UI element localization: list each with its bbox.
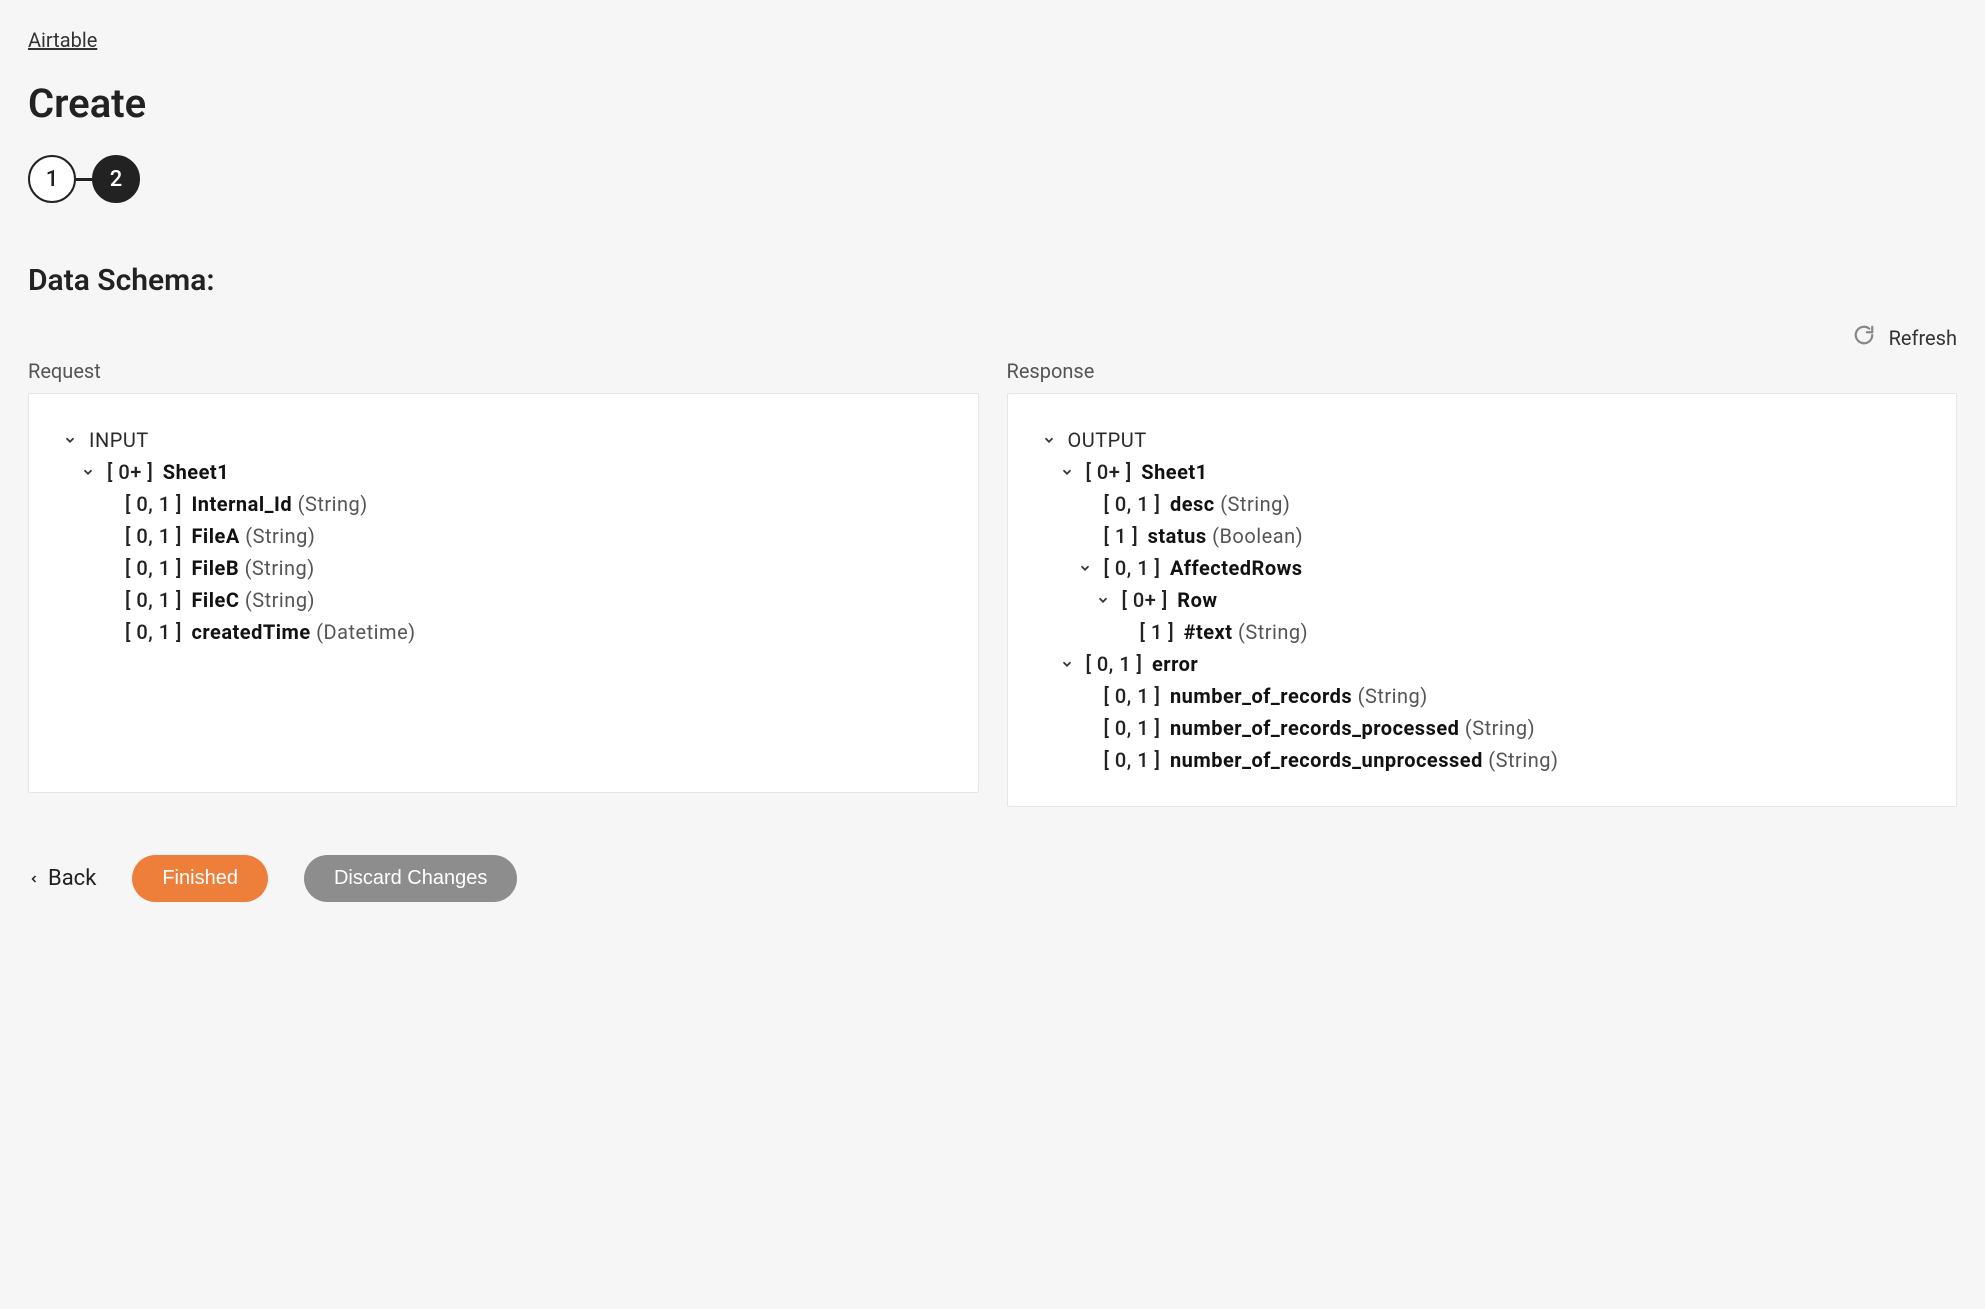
tree-node: [ 0, 1 ] number_of_records (String) — [1042, 680, 1923, 712]
tree-node: [ 1 ] status (Boolean) — [1042, 520, 1923, 552]
tree-node-label: [ 0, 1 ] FileA (String) — [125, 524, 315, 548]
tree-node: [ 0, 1 ] Internal_Id (String) — [63, 488, 944, 520]
tree-root-label: OUTPUT — [1068, 428, 1147, 452]
response-column: Response OUTPUT [ 0+ ] Sheet1 [ 0, 1 ] de… — [1007, 359, 1958, 807]
tree-node-label: [ 0, 1 ] FileB (String) — [125, 556, 315, 580]
tree-node[interactable]: [ 0+ ] Sheet1 — [63, 456, 944, 488]
tree-node[interactable]: [ 0, 1 ] AffectedRows — [1042, 552, 1923, 584]
tree-root-output[interactable]: OUTPUT — [1042, 424, 1923, 456]
tree-node-label: [ 0, 1 ] number_of_records_unprocessed (… — [1104, 748, 1559, 772]
tree-node-label: [ 0, 1 ] Internal_Id (String) — [125, 492, 368, 516]
back-button[interactable]: Back — [28, 866, 96, 891]
finished-button[interactable]: Finished — [132, 855, 268, 902]
tree-node-label: [ 0+ ] Sheet1 — [1086, 460, 1208, 484]
back-label: Back — [48, 866, 96, 891]
tree-node-label: [ 0, 1 ] AffectedRows — [1104, 556, 1303, 580]
tree-node-label: [ 0, 1 ] desc (String) — [1104, 492, 1291, 516]
refresh-icon — [1853, 324, 1875, 351]
tree-node-label: [ 0+ ] Row — [1122, 588, 1218, 612]
chevron-down-icon[interactable] — [1060, 465, 1076, 479]
tree-node-label: [ 1 ] #text (String) — [1140, 620, 1309, 644]
tree-node: [ 0, 1 ] createdTime (Datetime) — [63, 616, 944, 648]
chevron-down-icon[interactable] — [1078, 561, 1094, 575]
tree-node-label: [ 0+ ] Sheet1 — [107, 460, 229, 484]
refresh-button[interactable]: Refresh — [1853, 324, 1957, 351]
discard-changes-button[interactable]: Discard Changes — [304, 855, 517, 902]
tree-node[interactable]: [ 0+ ] Sheet1 — [1042, 456, 1923, 488]
tree-node: [ 0, 1 ] desc (String) — [1042, 488, 1923, 520]
step-connector — [76, 178, 92, 181]
stepper: 1 2 — [28, 155, 1957, 203]
request-card: INPUT [ 0+ ] Sheet1 [ 0, 1 ] Internal_Id … — [28, 393, 979, 793]
section-title: Data Schema: — [28, 263, 1957, 298]
step-1[interactable]: 1 — [28, 155, 76, 203]
request-label: Request — [28, 359, 979, 383]
chevron-down-icon[interactable] — [1096, 593, 1112, 607]
tree-node: [ 0, 1 ] FileC (String) — [63, 584, 944, 616]
tree-node: [ 0, 1 ] number_of_records_processed (St… — [1042, 712, 1923, 744]
chevron-left-icon — [28, 866, 40, 891]
tree-node-label: [ 0, 1 ] FileC (String) — [125, 588, 315, 612]
chevron-down-icon[interactable] — [63, 433, 79, 447]
page-title: Create — [28, 80, 1957, 127]
tree-node-label: [ 0, 1 ] createdTime (Datetime) — [125, 620, 416, 644]
tree-node-label: [ 0, 1 ] number_of_records_processed (St… — [1104, 716, 1536, 740]
tree-node-label: [ 1 ] status (Boolean) — [1104, 524, 1304, 548]
chevron-down-icon[interactable] — [1042, 433, 1058, 447]
step-2[interactable]: 2 — [92, 155, 140, 203]
tree-node: [ 0, 1 ] FileA (String) — [63, 520, 944, 552]
response-card: OUTPUT [ 0+ ] Sheet1 [ 0, 1 ] desc (Strin… — [1007, 393, 1958, 807]
tree-node: [ 0, 1 ] number_of_records_unprocessed (… — [1042, 744, 1923, 776]
breadcrumb-airtable[interactable]: Airtable — [28, 28, 97, 52]
tree-node-label: [ 0, 1 ] number_of_records (String) — [1104, 684, 1428, 708]
refresh-label: Refresh — [1889, 326, 1957, 350]
tree-node[interactable]: [ 0+ ] Row — [1042, 584, 1923, 616]
response-label: Response — [1007, 359, 1958, 383]
tree-root-input[interactable]: INPUT — [63, 424, 944, 456]
tree-node: [ 0, 1 ] FileB (String) — [63, 552, 944, 584]
request-column: Request INPUT [ 0+ ] Sheet1 [ 0, 1 ] Inte… — [28, 359, 979, 793]
tree-root-label: INPUT — [89, 428, 149, 452]
chevron-down-icon[interactable] — [1060, 657, 1076, 671]
tree-node: [ 1 ] #text (String) — [1042, 616, 1923, 648]
tree-node-label: [ 0, 1 ] error — [1086, 652, 1199, 676]
tree-node[interactable]: [ 0, 1 ] error — [1042, 648, 1923, 680]
chevron-down-icon[interactable] — [81, 465, 97, 479]
